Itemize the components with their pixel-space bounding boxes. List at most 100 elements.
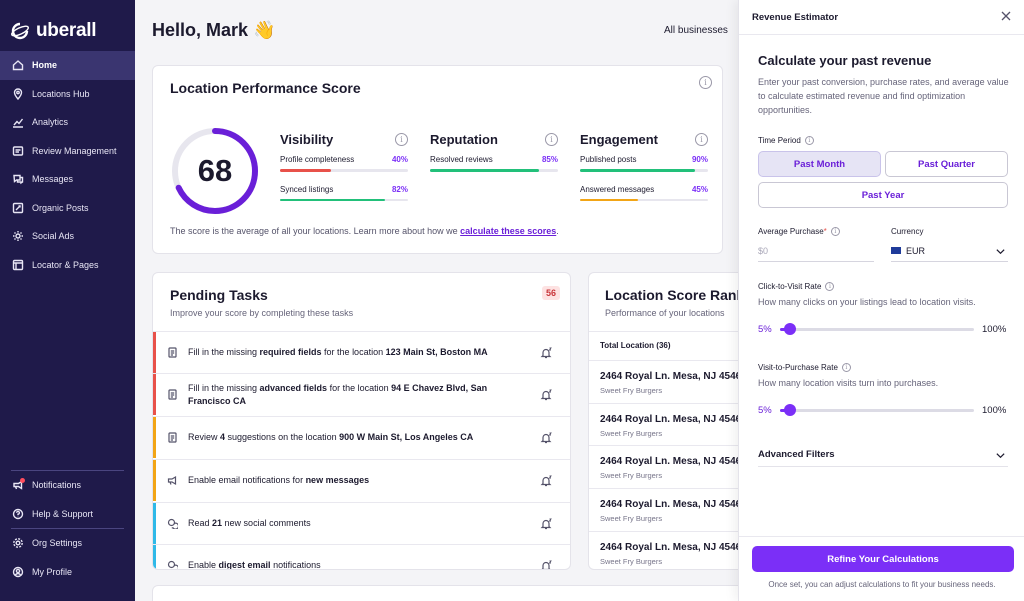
- sidebar-item-home[interactable]: Home: [0, 51, 135, 80]
- info-icon[interactable]: i: [841, 363, 851, 372]
- sidebar-item-messages[interactable]: Messages: [0, 165, 135, 194]
- slider-max: 100%: [982, 323, 1007, 335]
- snooze-bell-icon[interactable]: [540, 347, 552, 359]
- task-row[interactable]: Fill in the missing advanced fields for …: [153, 373, 570, 415]
- rank-business: Sweet Fry Burgers: [600, 514, 663, 523]
- sidebar-item-label: Locations Hub: [32, 88, 90, 99]
- metric-label: Profile completeness: [280, 155, 355, 164]
- score-footnote-text: The score is the average of all your loc…: [170, 226, 461, 236]
- snooze-bell-icon[interactable]: [540, 432, 552, 444]
- close-icon[interactable]: [1000, 10, 1012, 22]
- metric-visibility: Visibility i Profile completeness 40% Sync…: [280, 132, 408, 201]
- metric-row: Answered messages 45%: [580, 185, 708, 201]
- info-icon[interactable]: i: [545, 133, 558, 146]
- sidebar-item-label: Organic Posts: [32, 202, 89, 213]
- snooze-bell-icon[interactable]: [540, 560, 552, 569]
- location-rank-title: Location Score Rank: [605, 287, 745, 303]
- task-row[interactable]: Read 21 new social comments: [153, 502, 570, 544]
- performance-title: Location Performance Score: [170, 80, 361, 96]
- metric-label: Published posts: [580, 155, 637, 164]
- slider-track[interactable]: [780, 404, 974, 416]
- slider-track[interactable]: [780, 323, 974, 335]
- task-text-pre: Fill in the missing: [188, 347, 260, 357]
- next-card: [152, 585, 748, 601]
- period-past-year-button[interactable]: Past Year: [758, 182, 1008, 208]
- info-icon[interactable]: i: [830, 227, 840, 236]
- metric-label: Synced listings: [280, 184, 334, 194]
- location-pin-icon: [11, 87, 24, 100]
- task-priority-stripe: [153, 332, 156, 373]
- metric-bar-fill: [280, 169, 332, 172]
- slider-thumb[interactable]: [783, 404, 796, 416]
- pending-tasks-title: Pending Tasks: [170, 287, 268, 303]
- performance-card: Location Performance Score i 68 Visibili…: [152, 65, 723, 254]
- snooze-bell-icon[interactable]: [540, 518, 552, 530]
- info-icon[interactable]: i: [804, 136, 814, 145]
- locator-icon: [11, 258, 24, 271]
- sidebar-item-help-support[interactable]: Help & Support: [0, 500, 135, 529]
- metric-engagement: Engagement i Published posts 90% Answered …: [580, 132, 708, 201]
- snooze-bell-icon[interactable]: [540, 475, 552, 487]
- sidebar-item-notifications[interactable]: Notifications: [0, 471, 135, 500]
- info-icon[interactable]: i: [825, 282, 835, 291]
- slider-thumb[interactable]: [783, 323, 796, 335]
- sidebar: uberall Home Locations Hub Analytics Rev…: [0, 0, 135, 601]
- rank-column-header[interactable]: Total Location (36): [589, 331, 747, 360]
- visit-to-purchase-description: How many location visits turn into purch…: [758, 378, 939, 388]
- business-filter[interactable]: All businesses: [664, 25, 728, 36]
- rank-row[interactable]: 2464 Royal Ln. Mesa, NJ 45463 Sweet Fry B…: [589, 488, 747, 531]
- brand-logo[interactable]: uberall: [0, 0, 135, 48]
- panel-header: Revenue Estimator: [739, 0, 1024, 35]
- period-past-quarter-button[interactable]: Past Quarter: [885, 151, 1008, 177]
- estimator-description: Enter your past conversion, purchase rat…: [758, 77, 1009, 115]
- sidebar-item-review-management[interactable]: Review Management: [0, 137, 135, 166]
- task-row[interactable]: Review 4 suggestions on the location 900…: [153, 416, 570, 458]
- visit-to-purchase-label-text: Visit-to-Purchase Rate: [758, 363, 838, 372]
- metric-value: 85%: [541, 155, 558, 164]
- task-text-pre: Review: [188, 432, 221, 442]
- task-priority-stripe: [153, 460, 156, 501]
- info-icon[interactable]: i: [695, 133, 708, 146]
- info-icon[interactable]: i: [699, 76, 712, 89]
- help-icon: [11, 507, 24, 520]
- task-text-mid: for the location: [321, 347, 386, 357]
- eu-flag-icon: [891, 247, 901, 254]
- snooze-bell-icon[interactable]: [540, 389, 552, 401]
- task-row[interactable]: Enable email notifications for new messa…: [153, 459, 570, 501]
- sidebar-item-locations-hub[interactable]: Locations Hub: [0, 80, 135, 109]
- task-text-mid: new social comments: [222, 518, 311, 528]
- average-purchase-input[interactable]: $0: [758, 240, 874, 262]
- calculate-scores-link[interactable]: calculate these scores: [460, 226, 556, 236]
- period-past-month-button[interactable]: Past Month: [758, 151, 881, 177]
- rank-row[interactable]: 2464 Royal Ln. Mesa, NJ 45463 Sweet Fry B…: [589, 445, 747, 488]
- task-row[interactable]: Fill in the missing required fields for …: [153, 331, 570, 373]
- task-text-bold: advanced fields: [259, 382, 328, 393]
- rank-row[interactable]: 2464 Royal Ln. Mesa, NJ 45463 Sweet Fry B…: [589, 360, 747, 403]
- sidebar-item-analytics[interactable]: Analytics: [0, 108, 135, 137]
- comment-icon: [167, 518, 180, 530]
- task-doc-icon: [167, 347, 178, 358]
- click-to-visit-slider[interactable]: 5% 100%: [758, 322, 1008, 336]
- sidebar-item-locator-pages[interactable]: Locator & Pages: [0, 251, 135, 280]
- task-row[interactable]: Enable digest email notifications: [153, 544, 570, 569]
- task-priority-stripe: [153, 503, 156, 544]
- sidebar-item-organic-posts[interactable]: Organic Posts: [0, 194, 135, 223]
- sidebar-item-label: Messages: [32, 174, 74, 185]
- sidebar-item-my-profile[interactable]: My Profile: [0, 558, 135, 587]
- info-icon[interactable]: i: [395, 133, 408, 146]
- rank-row[interactable]: 2464 Royal Ln. Mesa, NJ 45463 Sweet Fry B…: [589, 403, 747, 446]
- sidebar-item-label: Locator & Pages: [32, 259, 99, 270]
- advanced-filters-toggle[interactable]: Advanced Filters: [758, 443, 1008, 467]
- sidebar-item-org-settings[interactable]: Org Settings: [0, 529, 135, 558]
- currency-value: EUR: [906, 245, 926, 256]
- refine-calculations-button[interactable]: Refine Your Calculations: [752, 546, 1014, 572]
- slider-max: 100%: [982, 404, 1007, 416]
- task-priority-stripe: [153, 417, 156, 458]
- time-period-label: Time Period i: [758, 136, 814, 145]
- currency-select[interactable]: EUR: [891, 240, 1008, 262]
- visit-to-purchase-slider[interactable]: 5% 100%: [758, 403, 1008, 417]
- notification-dot: [20, 477, 25, 483]
- cta-note: Once set, you can adjust calculations to…: [768, 580, 996, 589]
- rank-row[interactable]: 2464 Royal Ln. Mesa, NJ 45463 Sweet Fry B…: [589, 531, 747, 569]
- sidebar-item-social-ads[interactable]: Social Ads: [0, 222, 135, 251]
